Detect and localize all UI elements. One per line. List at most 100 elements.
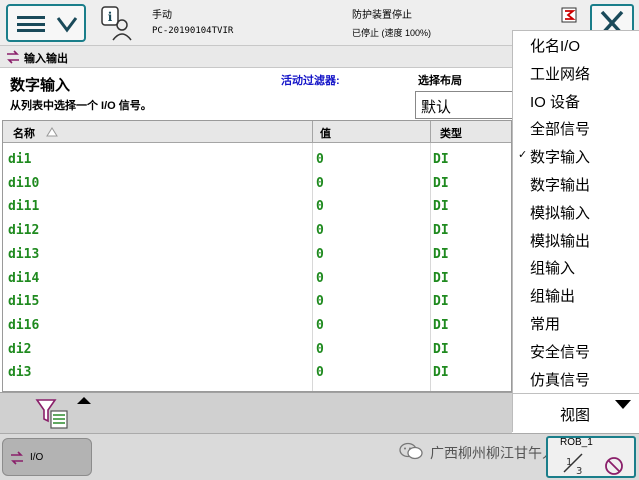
wechat-icon (399, 442, 423, 460)
menu-item[interactable]: 安全信号 (513, 337, 639, 364)
scroll-up-icon[interactable] (77, 397, 91, 404)
menu-item[interactable]: 组输出 (513, 281, 639, 308)
motor-status-icon (561, 7, 577, 23)
column-header-name[interactable]: 名称 (13, 125, 35, 141)
signal-type: DI (433, 365, 449, 381)
menu-item-label: 全部信号 (530, 121, 591, 139)
table-row[interactable]: di3 0 DI (3, 360, 511, 384)
signal-value: 0 (316, 152, 324, 167)
signal-table: 名称 值 类型 di1 0 DI di10 0 DI di11 0 DI di12 0 DI di13 0… (2, 120, 512, 392)
signal-name: di3 (8, 365, 32, 381)
view-label: 视图 (560, 407, 591, 424)
signal-type: DI (433, 152, 449, 167)
view-title: 数字输入 (10, 77, 71, 94)
signal-type: DI (433, 294, 449, 310)
signal-value: 0 (316, 341, 324, 357)
mechanical-unit-label: ROB_1 (560, 437, 593, 448)
signal-type: DI (433, 246, 449, 262)
filter-icon[interactable] (34, 397, 70, 431)
menu-item[interactable]: ✓ 数字输入 (513, 142, 639, 169)
checkmark-icon: ✓ (518, 149, 528, 162)
column-header-type[interactable]: 类型 (440, 125, 462, 141)
signal-name: di11 (8, 199, 40, 215)
menu-item-label: 组输出 (530, 288, 576, 306)
menu-item-label: 组输入 (530, 260, 576, 278)
signal-type: DI (433, 199, 449, 215)
menu-item-label: 仿真信号 (530, 371, 591, 389)
sort-ascending-icon[interactable] (46, 127, 58, 137)
menu-item[interactable]: 常用 (513, 309, 639, 336)
menu-item[interactable]: 全部信号 (513, 114, 639, 141)
view-menu-button[interactable]: 视图 (513, 393, 639, 433)
menu-item-label: 安全信号 (530, 343, 591, 361)
signal-value: 0 (316, 175, 324, 191)
io-app-icon (7, 50, 19, 64)
signal-name: di13 (8, 246, 40, 262)
menu-item[interactable]: 工业网络 (513, 59, 639, 86)
signal-value: 0 (316, 317, 324, 333)
view-dropdown-menu: 化名I/O 工业网络 IO 设备 全部信号 ✓ 数字输入 数字输出 模拟输入 模拟输出 组输入 组输… (512, 30, 639, 433)
triangle-down-icon (615, 400, 631, 409)
signal-name: di14 (8, 270, 40, 286)
signal-type: DI (433, 223, 449, 239)
main-menu-button[interactable] (6, 4, 86, 42)
signal-type: DI (433, 175, 449, 191)
svg-text:1: 1 (566, 457, 572, 468)
layout-value: 默认 (421, 99, 452, 116)
menu-item[interactable]: 模拟输入 (513, 198, 639, 225)
table-row[interactable]: di11 0 DI (3, 194, 511, 218)
signal-type: DI (433, 341, 449, 357)
svg-text:i: i (108, 10, 113, 24)
menu-item-label: 数字输出 (530, 177, 591, 194)
signal-value: 0 (316, 294, 324, 310)
signal-type: DI (433, 270, 449, 286)
menu-item-label: 模拟输出 (530, 232, 591, 250)
signal-name: di2 (8, 341, 32, 357)
menu-item-label: 数字输入 (530, 149, 591, 167)
menu-item-label: 化名I/O (530, 38, 581, 55)
signal-name: di12 (8, 223, 40, 239)
bottom-toolbar (0, 392, 512, 433)
quickset-icon: 1 3 (563, 453, 623, 476)
table-row[interactable]: di15 0 DI (3, 289, 511, 313)
menu-item[interactable]: 仿真信号 (513, 365, 639, 392)
menu-item[interactable]: 组输入 (513, 253, 639, 280)
taskbar-io-button[interactable]: I/O (2, 438, 92, 476)
table-row[interactable]: di2 0 DI (3, 337, 511, 361)
chevron-down-icon (56, 17, 78, 33)
table-row[interactable]: di14 0 DI (3, 266, 511, 290)
menu-item[interactable]: 化名I/O (513, 31, 639, 58)
layout-select[interactable]: 默认 (415, 91, 515, 119)
table-row[interactable]: di13 0 DI (3, 242, 511, 266)
signal-type: DI (433, 317, 449, 333)
signal-name: di1 (8, 152, 32, 167)
svg-text:3: 3 (576, 466, 582, 476)
layout-label: 选择布局 (418, 75, 462, 87)
signal-name: di16 (8, 317, 40, 333)
safety-state: 防护装置停止 (352, 10, 412, 21)
io-app-icon (11, 451, 23, 465)
column-header-value[interactable]: 值 (320, 125, 331, 141)
menu-item-label: IO 设备 (530, 93, 581, 111)
operating-mode: 手动 (152, 10, 172, 21)
run-state: 已停止 (速度 100%) (352, 28, 432, 38)
menu-item[interactable]: 数字输出 (513, 170, 639, 197)
signal-value: 0 (316, 365, 324, 381)
signal-value: 0 (316, 223, 324, 239)
table-row[interactable]: di12 0 DI (3, 218, 511, 242)
controller-name: PC-20190104TVIR (152, 26, 234, 36)
menu-item-label: 常用 (530, 316, 561, 333)
operator-info-icon[interactable]: i (96, 4, 136, 42)
signal-value: 0 (316, 199, 324, 215)
menu-item-label: 模拟输入 (530, 204, 591, 222)
table-header: 名称 值 类型 (3, 121, 511, 143)
table-row[interactable]: di1 0 DI (3, 147, 511, 171)
table-row[interactable]: di10 0 DI (3, 171, 511, 195)
signal-name: di10 (8, 175, 40, 191)
app-title: 输入输出 (24, 53, 68, 65)
signal-value: 0 (316, 246, 324, 262)
menu-item[interactable]: 模拟输出 (513, 226, 639, 253)
menu-item-label: 工业网络 (530, 65, 591, 83)
menu-item[interactable]: IO 设备 (513, 87, 639, 114)
table-row[interactable]: di16 0 DI (3, 313, 511, 337)
